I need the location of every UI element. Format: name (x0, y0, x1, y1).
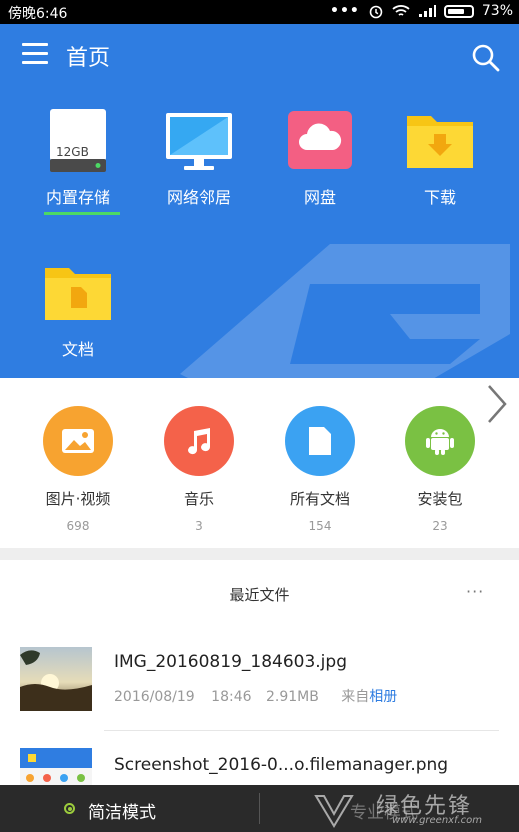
music-note-icon (164, 406, 234, 476)
storage-capacity-label: 12GB (56, 145, 89, 159)
simple-mode-button[interactable]: 简洁模式 (0, 785, 259, 832)
radio-selected-icon (64, 803, 75, 814)
wifi-icon (392, 5, 410, 16)
signal-icon (418, 5, 436, 17)
cloud-icon (288, 111, 352, 169)
file-source-link[interactable]: 相册 (369, 689, 397, 705)
file-date: 2016/08/19 (114, 689, 195, 705)
storage-device-icon (50, 109, 106, 172)
status-time: 傍晚6:46 (8, 6, 68, 22)
search-icon[interactable] (470, 42, 500, 72)
battery-icon (443, 4, 474, 18)
file-source-prefix: 来自 (341, 689, 370, 705)
category-music[interactable]: 音乐 3 (139, 406, 259, 533)
mode-switch-bar: 简洁模式 专业模式 (0, 785, 519, 832)
category-images-videos[interactable]: 图片·视频 698 (18, 406, 138, 533)
file-name: Screenshot_2016-0...o.filemanager.png (114, 755, 449, 775)
storage-panel: 首页 12GB 内置存储 网络邻居 网盘 下载 文档 (0, 24, 519, 378)
more-options-icon[interactable]: ··· (466, 582, 484, 601)
recent-files-title: 最近文件 (229, 586, 290, 604)
location-documents[interactable]: 文档 (18, 260, 138, 360)
location-label: 下载 (423, 188, 456, 207)
battery-percent: 73% (481, 3, 513, 19)
category-label: 安装包 (417, 490, 463, 508)
category-label: 所有文档 (289, 490, 350, 508)
category-count: 3 (195, 519, 203, 533)
category-label: 音乐 (183, 490, 214, 508)
list-divider (104, 730, 499, 731)
category-count: 698 (66, 519, 90, 533)
status-bar: 傍晚6:46 ••• 73% (0, 0, 519, 24)
file-name: IMG_20160819_184603.jpg (114, 652, 347, 672)
download-folder-icon (407, 116, 473, 168)
status-icons: ••• 73% (330, 3, 513, 19)
location-label: 网盘 (303, 188, 336, 207)
category-apk-packages[interactable]: 安装包 23 (380, 406, 500, 533)
page-title: 首页 (66, 46, 111, 71)
file-time: 18:46 (211, 689, 252, 705)
location-label: 文档 (61, 340, 94, 359)
category-all-documents[interactable]: 所有文档 154 (260, 406, 380, 533)
menu-icon[interactable] (22, 43, 48, 65)
pro-mode-label: 专业模式 (350, 803, 418, 823)
pro-mode-button[interactable]: 专业模式 (260, 785, 519, 832)
recent-file-item[interactable]: IMG_20160819_184603.jpg 2016/08/19 18:46… (0, 640, 519, 720)
screenshot-thumbnail (20, 748, 92, 788)
location-network-neighborhood[interactable]: 网络邻居 (139, 108, 259, 208)
location-label: 内置存储 (45, 188, 110, 207)
file-meta: 2016/08/19 18:46 2.91MB 来自相册 (114, 686, 397, 706)
selected-indicator (44, 212, 120, 215)
category-count: 23 (432, 519, 448, 533)
section-divider (0, 548, 519, 560)
category-count: 154 (308, 519, 332, 533)
file-size: 2.91MB (265, 689, 319, 705)
location-cloud-drive[interactable]: 网盘 (260, 108, 380, 208)
photo-thumbnail (20, 647, 92, 711)
document-folder-icon (45, 268, 111, 320)
alarm-icon (369, 5, 383, 19)
background-logo-decoration (180, 244, 510, 378)
location-internal-storage[interactable]: 12GB 内置存储 (18, 108, 138, 208)
more-notifications-icon: ••• (330, 3, 360, 19)
location-label: 网络邻居 (166, 188, 231, 207)
monitor-icon (166, 113, 232, 170)
location-download[interactable]: 下载 (380, 108, 500, 208)
simple-mode-label: 简洁模式 (88, 803, 156, 823)
category-bar: 图片·视频 698 音乐 3 所有文档 154 安装包 23 (0, 378, 519, 548)
document-icon (285, 406, 355, 476)
android-icon (405, 406, 475, 476)
image-icon (43, 406, 113, 476)
category-label: 图片·视频 (45, 490, 111, 508)
